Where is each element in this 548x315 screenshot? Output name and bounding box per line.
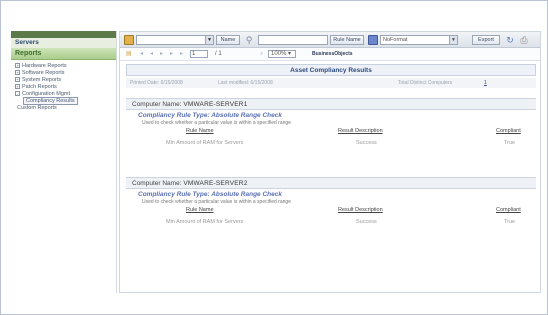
page-total: / 1 (215, 51, 222, 57)
row-rule-name: Min Amount of RAM for Servers (166, 140, 244, 146)
expand-icon[interactable]: + (15, 63, 20, 69)
page-navigation-bar: ▤ ◂ ◂ ▸ ▸ ▸ 1 / 1 ⌕ 100% ▾ BusinessObjec… (120, 48, 540, 61)
search-icon[interactable]: ⚲ (244, 35, 254, 45)
row-result: Success (356, 219, 377, 225)
export-small-icon[interactable]: ▤ (126, 50, 132, 58)
total-computers-label: Total Distinct Computers (398, 80, 453, 86)
row-compliant: True (504, 140, 516, 146)
go-to-page-icon[interactable]: ▸ (180, 50, 183, 58)
zoom-value: 100% (271, 51, 287, 57)
computer-name-header: Computer Name: VMWARE-SERVER2 (126, 177, 536, 189)
computer-name-header: Computer Name: VMWARE-SERVER1 (126, 98, 536, 110)
rule-description: Used to check whether a particular value… (142, 120, 291, 126)
sidebar-subitem-label: Compliancy Results (23, 97, 78, 105)
page-number-input[interactable]: 1 (190, 50, 208, 58)
last-modified: Last modified: 6/15/2008 (218, 80, 273, 86)
sidebar-servers[interactable]: Servers (11, 38, 116, 48)
report-viewer: ▼ Name ⚲ Rule Name NoFormat ▼ Export ↻ ⎙ … (119, 31, 541, 293)
row-result: Success (356, 140, 377, 146)
name-button[interactable]: Name (216, 35, 240, 45)
group-tree-icon[interactable] (124, 35, 134, 45)
computer-name-label: Computer Name: (132, 180, 182, 187)
column-headers: Rule Name Result Description Compliant (126, 206, 536, 215)
refresh-icon[interactable]: ↻ (504, 35, 516, 45)
col-result-description: Result Description (338, 128, 383, 134)
printed-date: Printed Date: 6/15/2008 (130, 80, 183, 86)
next-page-icon[interactable]: ▸ (160, 50, 163, 58)
collapse-icon[interactable]: - (15, 91, 20, 97)
expand-icon[interactable]: + (15, 70, 20, 76)
sidebar-item-label: Software Reports (22, 70, 65, 76)
format-icon[interactable] (368, 35, 378, 45)
sidebar: Servers Reports + Hardware Reports + Softw… (11, 31, 117, 293)
col-compliant: Compliant (496, 128, 521, 134)
zoom-icon[interactable]: ⌕ (260, 50, 263, 58)
toolbar: ▼ Name ⚲ Rule Name NoFormat ▼ Export ↻ ⎙ (120, 32, 540, 48)
sidebar-item-label: Hardware Reports (22, 63, 67, 69)
sidebar-reports[interactable]: Reports (11, 48, 116, 60)
sidebar-header (11, 31, 116, 38)
chevron-down-icon: ▼ (205, 36, 213, 44)
sidebar-item-label: Patch Reports (22, 84, 57, 90)
previous-page-icon[interactable]: ◂ (150, 50, 153, 58)
table-row: Min Amount of RAM for Servers Success Tr… (126, 219, 536, 229)
computer-name-value: VMWARE-SERVER1 (183, 101, 248, 108)
group-select[interactable]: ▼ (136, 35, 214, 45)
col-compliant: Compliant (496, 207, 521, 213)
row-compliant: True (504, 219, 516, 225)
column-headers: Rule Name Result Description Compliant (126, 127, 536, 136)
expand-icon[interactable]: + (15, 77, 20, 83)
sidebar-item-patch-reports[interactable]: + Patch Reports (11, 84, 116, 91)
rule-type-heading: Compliancy Rule Type: Absolute Range Che… (138, 191, 282, 198)
col-rule-name: Rule Name (186, 128, 214, 134)
format-select[interactable]: NoFormat ▼ (380, 35, 458, 45)
print-icon[interactable]: ⎙ (518, 35, 530, 45)
business-objects-logo: BusinessObjects (312, 51, 353, 57)
sidebar-item-software-reports[interactable]: + Software Reports (11, 70, 116, 77)
rule-type-heading: Compliancy Rule Type: Absolute Range Che… (138, 112, 282, 119)
sidebar-subitem-compliancy-results[interactable]: Compliancy Results (11, 97, 116, 105)
report-title: Asset Compliancy Results (126, 64, 536, 76)
sidebar-item-hardware-reports[interactable]: + Hardware Reports (11, 63, 116, 70)
sidebar-item-custom-reports[interactable]: Custom Reports (11, 105, 116, 112)
computer-name-label: Computer Name: (132, 101, 182, 108)
computer-name-value: VMWARE-SERVER2 (183, 180, 248, 187)
computer-section: Computer Name: VMWARE-SERVER1 Compliancy… (126, 98, 536, 150)
export-button[interactable]: Export (472, 35, 500, 45)
zoom-select[interactable]: 100% ▾ (268, 50, 296, 58)
last-page-icon[interactable]: ▸ (170, 50, 173, 58)
report-meta-row: Printed Date: 6/15/2008 Last modified: 6… (126, 78, 536, 88)
first-page-icon[interactable]: ◂ (140, 50, 143, 58)
app-window: Servers Reports + Hardware Reports + Softw… (0, 0, 548, 315)
format-select-value: NoFormat (383, 37, 408, 43)
rule-name-button[interactable]: Rule Name (330, 35, 364, 45)
sidebar-item-label: System Reports (22, 77, 62, 83)
computer-section: Computer Name: VMWARE-SERVER2 Compliancy… (126, 177, 536, 229)
search-input[interactable] (258, 35, 328, 45)
col-result-description: Result Description (338, 207, 383, 213)
rule-description: Used to check whether a particular value… (142, 199, 291, 205)
sidebar-item-system-reports[interactable]: + System Reports (11, 77, 116, 84)
expand-icon[interactable]: + (15, 84, 20, 90)
row-rule-name: Min Amount of RAM for Servers (166, 219, 244, 225)
table-row: Min Amount of RAM for Servers Success Tr… (126, 140, 536, 150)
chevron-down-icon: ▼ (449, 36, 457, 44)
sidebar-item-label: Custom Reports (17, 105, 57, 111)
total-computers-value[interactable]: 1 (484, 78, 487, 88)
col-rule-name: Rule Name (186, 207, 214, 213)
